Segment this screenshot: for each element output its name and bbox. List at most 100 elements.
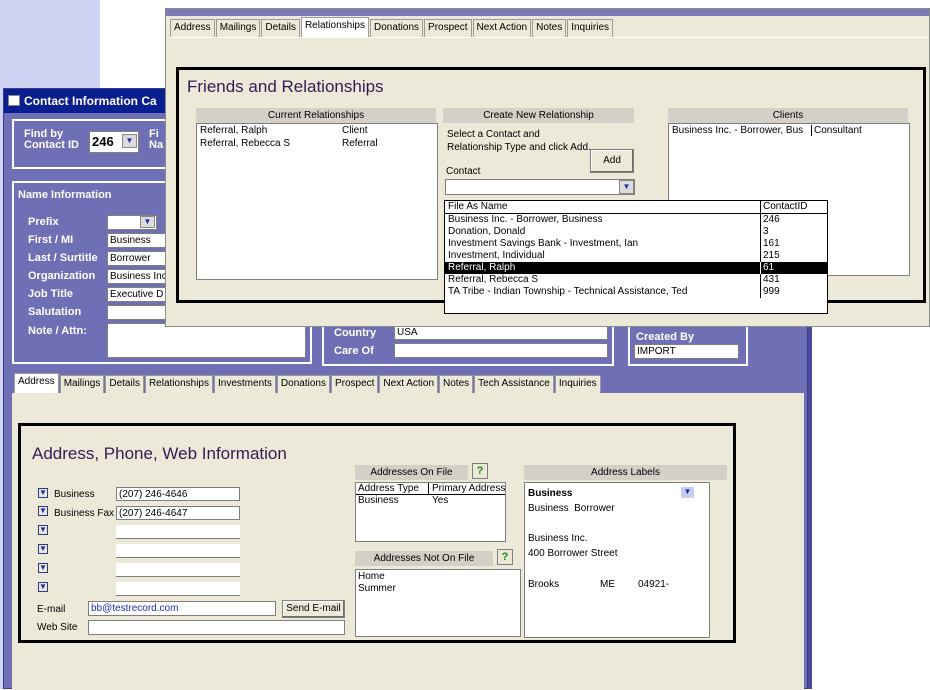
row-name: Referral, Rebecca S [445,274,761,286]
tab-inquiries[interactable]: Inquiries [554,375,601,393]
tab-relationships[interactable]: Relationships [300,17,369,37]
row-id: 61 [763,262,775,273]
send-email-button[interactable]: Send E-mail [282,600,345,618]
chevron-down-icon[interactable]: ▼ [140,216,155,228]
dropdown-row[interactable]: Business Inc. - Borrower, Business 246 [445,214,827,226]
tab-donations[interactable]: Donations [370,19,424,37]
care-of-input[interactable] [394,343,608,358]
addresses-not-on-file-header: Addresses Not On File [355,551,493,566]
tab-tech-assistance[interactable]: Tech Assistance [474,375,554,393]
prefix-label: Prefix [28,216,59,228]
created-by-label: Created By [636,331,695,343]
tab-notes[interactable]: Notes [532,19,567,37]
tab-mailings[interactable]: Mailings [59,375,105,393]
relationships-heading: Friends and Relationships [187,77,384,96]
find-by-label: Find by Contact ID [24,128,79,151]
dropdown-row[interactable]: TA Tribe - Indian Township - Technical A… [445,286,827,298]
country-input[interactable]: USA [394,325,608,340]
dropdown-row[interactable]: Investment Savings Bank - Investment, Ia… [445,238,827,250]
help-icon[interactable]: ? [472,463,488,479]
tab-notes[interactable]: Notes [439,375,474,393]
email-label: E-mail [37,604,66,615]
window-edge [808,326,812,689]
relationship-name[interactable]: Referral, Rebecca S [200,138,290,149]
dropdown-row[interactable]: Investment, Individual 215 [445,250,827,262]
last-name-input[interactable]: Borrower [107,251,167,266]
tab-relationships[interactable]: Relationships [144,375,213,393]
create-instructions: Select a Contact and Relationship Type a… [447,129,591,153]
list-item[interactable]: Home [358,571,385,582]
contact-dropdown-list[interactable]: File As Name ContactID Business Inc. - B… [444,200,828,314]
tab-prospect[interactable]: Prospect [330,375,379,393]
dropdown-row[interactable]: Referral, Rebecca S 431 [445,274,827,286]
tab-divider [170,37,928,38]
relationships-window: Address Mailings Details Relationships D… [165,8,930,327]
phone-number-input[interactable] [116,563,240,577]
addresses-on-file-header: Addresses On File [355,465,468,480]
row-id: 246 [763,214,780,225]
dropdown-row-selected[interactable]: Referral, Ralph 61 [445,262,827,274]
list-item[interactable]: Summer [358,583,396,594]
checkbox-icon[interactable]: ▼ [38,506,48,516]
organization-input[interactable]: Business Inc [107,269,167,284]
relationship-name[interactable]: Referral, Ralph [200,125,267,136]
checkbox-icon[interactable]: ▼ [38,488,48,498]
phone-number-input[interactable] [116,582,240,596]
tab-inquiries[interactable]: Inquiries [567,19,614,37]
client-name[interactable]: Business Inc. - Borrower, Bus [672,125,810,136]
help-icon[interactable]: ? [497,549,513,565]
phone-number-input[interactable]: (207) 246-4647 [116,506,240,520]
first-name-input[interactable]: Business [107,233,167,248]
create-relationship-header: Create New Relationship [443,108,634,123]
add-button[interactable]: Add [590,149,634,173]
current-relationships-header: Current Relationships [196,108,436,123]
first-mi-label: First / MI [28,234,74,246]
created-by-input[interactable]: IMPORT [634,344,739,359]
dropdown-row[interactable]: Donation, Donald 3 [445,226,827,238]
tab-address[interactable]: Address [170,19,215,37]
tab-prospect[interactable]: Prospect [424,19,472,37]
tab-address[interactable]: Address [14,373,59,393]
phone-number-input[interactable]: (207) 246-4646 [116,487,240,501]
label-line: Business Inc. [528,533,588,544]
back-tab-strip: Address Mailings Details Relationships I… [14,373,602,393]
note-attn-input[interactable] [107,323,306,358]
tab-next-action[interactable]: Next Action [379,375,439,393]
tab-details[interactable]: Details [261,19,300,37]
email-input[interactable]: bb@testrecord.com [88,601,276,616]
checkbox-icon[interactable]: ▼ [38,544,48,554]
chevron-down-icon[interactable]: ▼ [681,487,694,498]
checkbox-icon[interactable]: ▼ [38,563,48,573]
row-name: Referral, Ralph [445,262,761,274]
label-type-select[interactable]: Business [528,488,572,499]
phone-number-input[interactable] [116,544,240,558]
website-input[interactable] [88,620,345,635]
chevron-down-icon[interactable]: ▼ [122,134,137,148]
label-zip: 04921- [638,579,670,590]
note-attn-label: Note / Attn: [28,325,87,337]
contact-combo[interactable] [445,179,635,195]
row-name: TA Tribe - Indian Township - Technical A… [445,286,761,298]
column-header-file-as-name: File As Name [445,201,761,213]
tab-investments[interactable]: Investments [214,375,276,393]
country-label: Country [334,327,377,339]
on-file-primary: Yes [432,495,449,506]
front-tab-strip: Address Mailings Details Relationships D… [170,17,614,37]
address-labels-header: Address Labels [524,465,727,480]
tab-mailings[interactable]: Mailings [215,19,261,37]
tab-donations[interactable]: Donations [276,375,330,393]
checkbox-icon[interactable]: ▼ [38,525,48,535]
row-name: Donation, Donald [445,226,761,238]
find-by-name-label: Fi Na [149,128,164,151]
job-title-input[interactable]: Executive D [107,287,167,302]
tab-next-action[interactable]: Next Action [472,19,532,37]
window-top-stripe [166,9,929,16]
label-state: ME [600,579,615,590]
relationship-type: Referral [342,138,378,149]
tab-details[interactable]: Details [105,375,144,393]
label-city: Brooks [528,579,560,590]
checkbox-icon[interactable]: ▼ [38,582,48,592]
chevron-down-icon[interactable]: ▼ [619,180,634,194]
salutation-input[interactable] [107,305,167,320]
phone-number-input[interactable] [116,525,240,539]
